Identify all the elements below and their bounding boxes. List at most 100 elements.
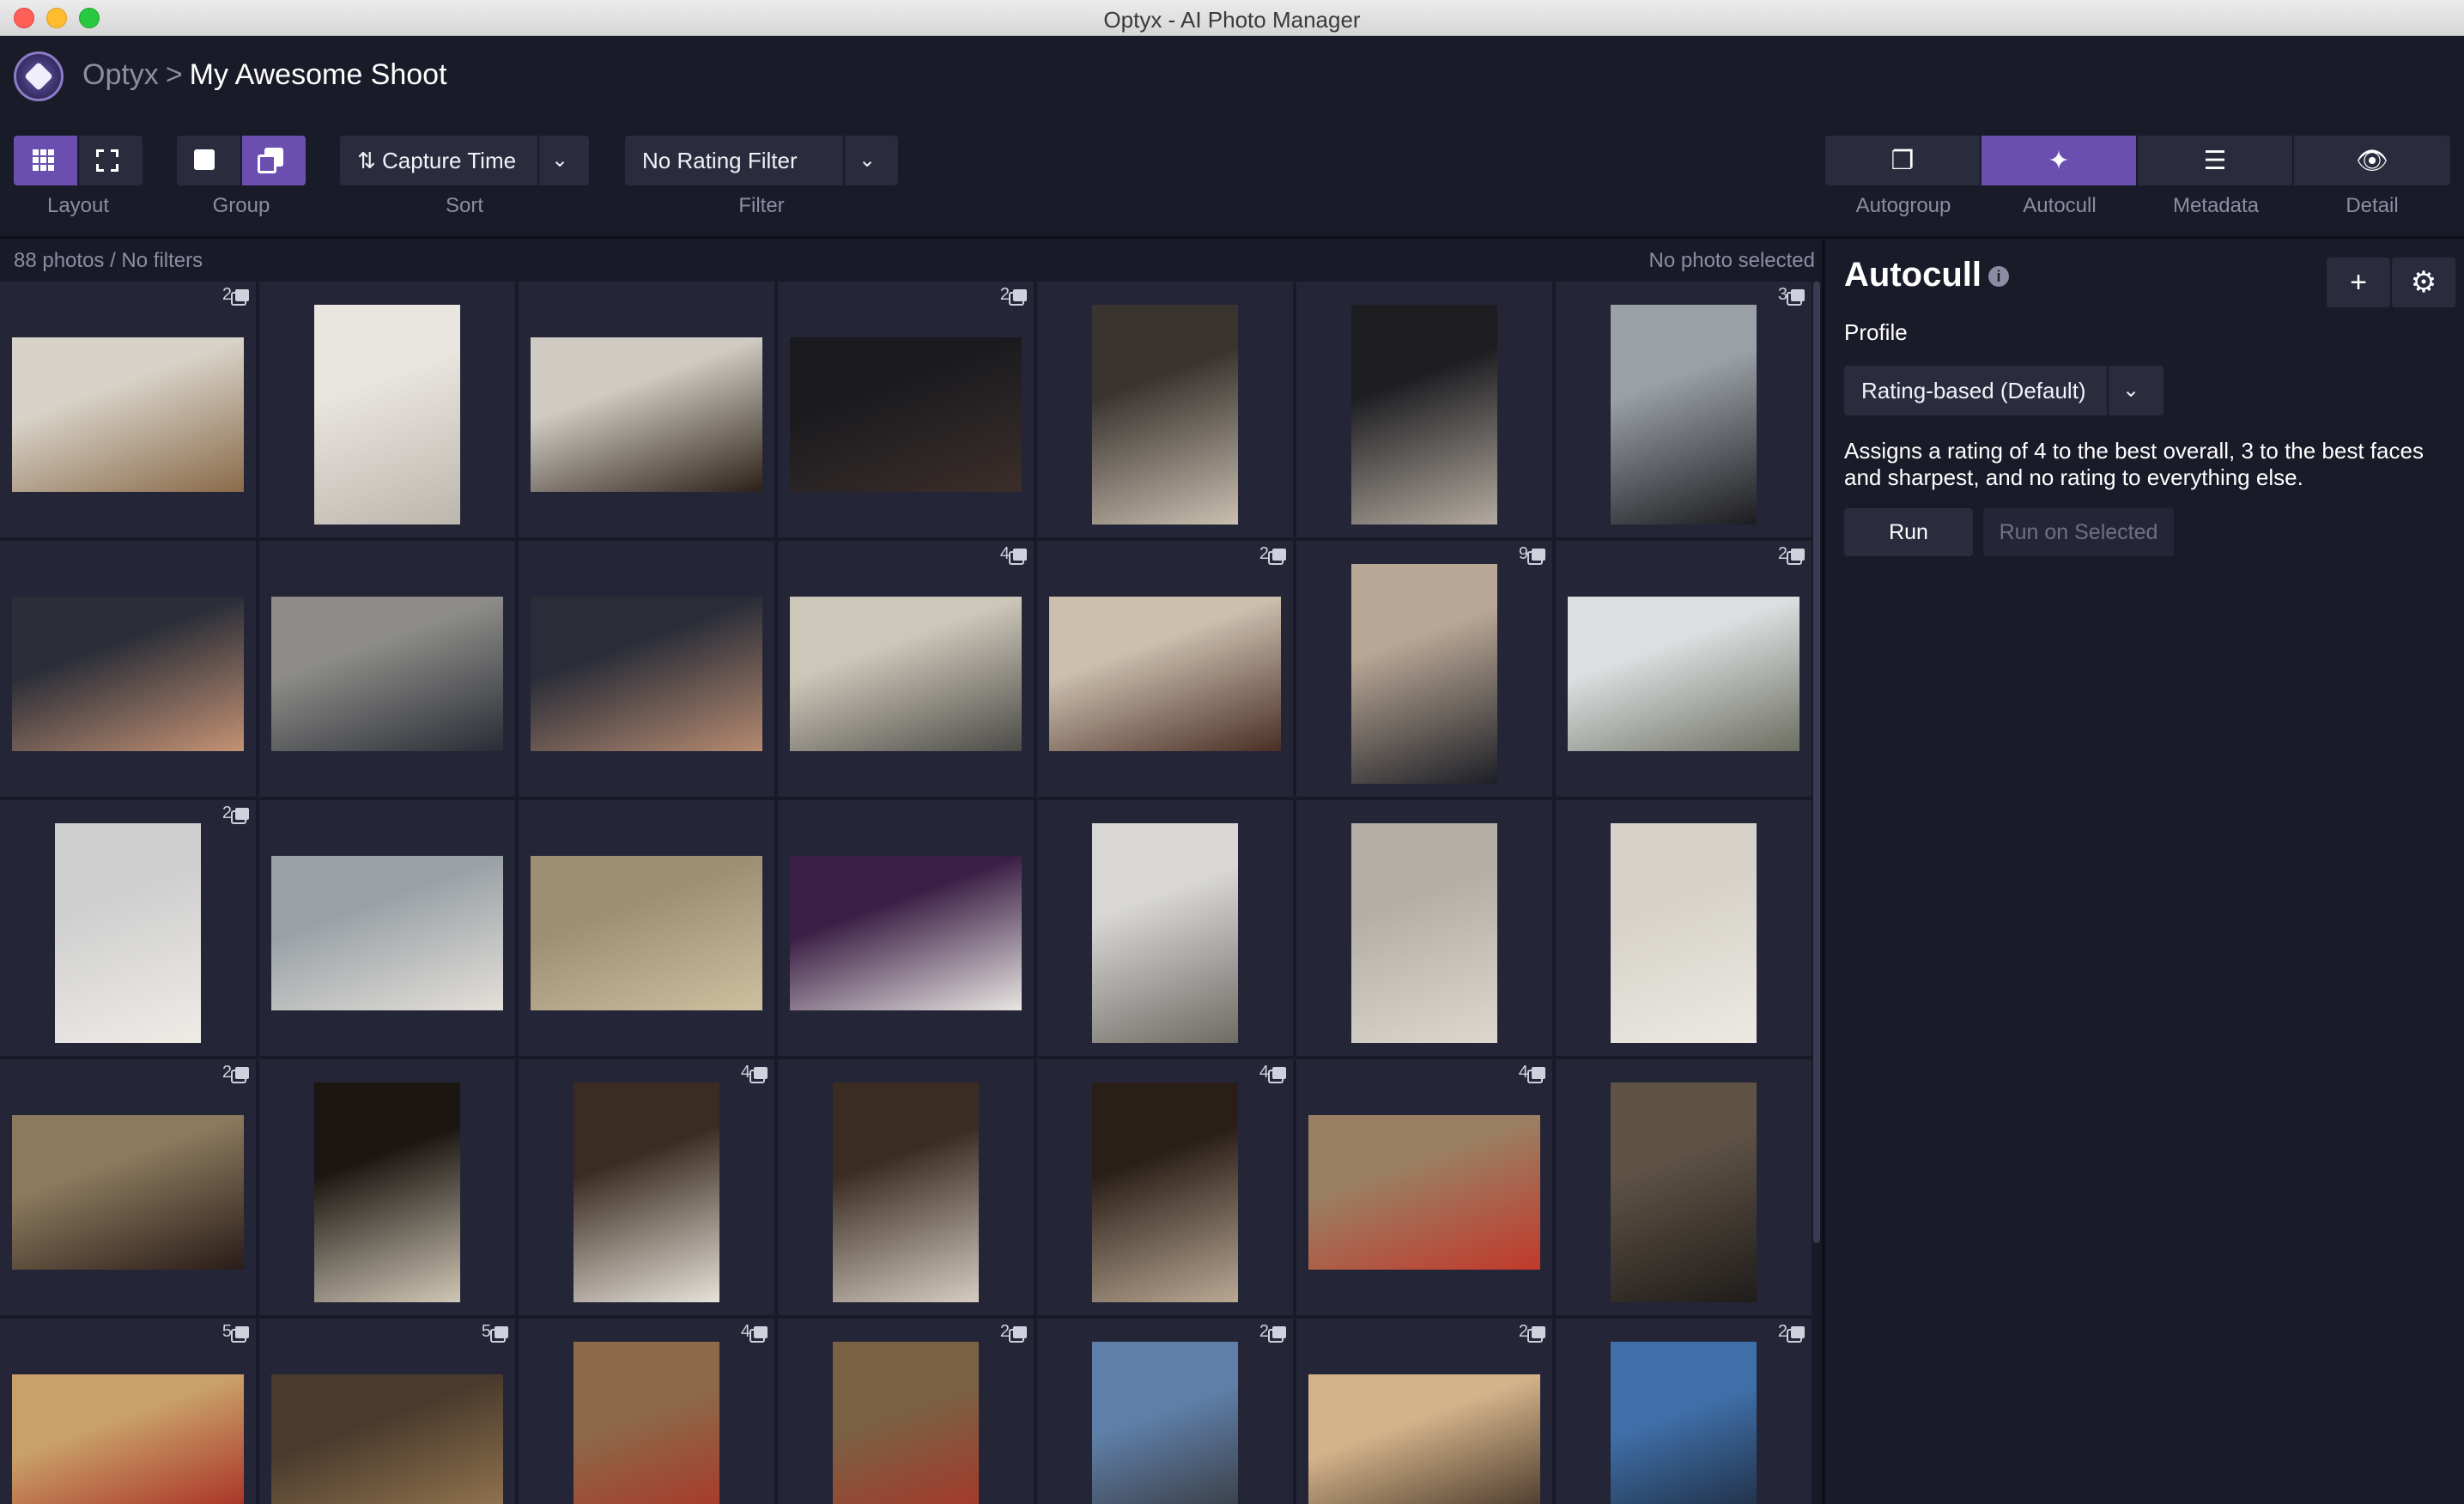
photo-thumbnail[interactable]: [271, 597, 503, 751]
photo-cell[interactable]: 2: [1556, 541, 1812, 797]
photo-thumbnail[interactable]: [314, 305, 460, 525]
photo-thumbnail[interactable]: [531, 597, 762, 751]
settings-button[interactable]: ⚙: [2392, 258, 2455, 307]
breadcrumb-app[interactable]: Optyx: [82, 58, 159, 91]
photo-cell[interactable]: [778, 800, 1034, 1056]
tool-autogroup-button[interactable]: ❐: [1825, 136, 1982, 185]
photo-cell[interactable]: [519, 800, 774, 1056]
photo-cell[interactable]: [1556, 1059, 1812, 1315]
photo-cell[interactable]: [1296, 800, 1552, 1056]
filter-select[interactable]: No Rating Filter ⌄: [625, 136, 898, 185]
photo-cell[interactable]: 4: [1037, 1059, 1293, 1315]
group-single-button[interactable]: [177, 136, 240, 185]
photo-cell[interactable]: 5: [0, 1319, 256, 1504]
photo-cell[interactable]: 9: [1296, 541, 1552, 797]
photo-grid[interactable]: 2 2 3 4 2 9 2 2 2 4 4 4 5 5 4 2 2 2 2: [0, 282, 1813, 1504]
tool-metadata-button[interactable]: ☰: [2138, 136, 2294, 185]
photo-cell[interactable]: [259, 800, 515, 1056]
profile-select[interactable]: Rating-based (Default) ⌄: [1844, 366, 2164, 415]
photo-cell[interactable]: [259, 282, 515, 537]
photo-cell[interactable]: [1037, 282, 1293, 537]
stack-icon: [235, 1066, 249, 1079]
photo-thumbnail[interactable]: [833, 1342, 979, 1504]
photo-cell[interactable]: [1556, 800, 1812, 1056]
photo-thumbnail[interactable]: [1049, 597, 1281, 751]
photo-thumbnail[interactable]: [574, 1083, 719, 1302]
photo-thumbnail[interactable]: [790, 856, 1022, 1010]
photo-thumbnail[interactable]: [1092, 1083, 1238, 1302]
group-stack-button[interactable]: [242, 136, 306, 185]
photo-thumbnail[interactable]: [1092, 305, 1238, 525]
chevron-down-icon[interactable]: ⌄: [2122, 378, 2139, 403]
photo-thumbnail[interactable]: [833, 1083, 979, 1302]
photo-thumbnail[interactable]: [271, 1374, 503, 1504]
photo-thumbnail[interactable]: [531, 856, 762, 1010]
photo-cell[interactable]: 4: [778, 541, 1034, 797]
magic-wand-icon: ✦: [2048, 147, 2070, 175]
photo-thumbnail[interactable]: [271, 856, 503, 1010]
photo-thumbnail[interactable]: [1308, 1374, 1540, 1504]
photo-thumbnail[interactable]: [1611, 305, 1757, 525]
photo-thumbnail[interactable]: [1351, 305, 1497, 525]
photo-thumbnail[interactable]: [1092, 823, 1238, 1043]
photo-thumbnail[interactable]: [1351, 564, 1497, 784]
photo-cell[interactable]: 4: [1296, 1059, 1552, 1315]
layout-label: Layout: [46, 194, 110, 217]
photo-cell[interactable]: 2: [0, 1059, 256, 1315]
tool-autocull-button[interactable]: ✦: [1982, 136, 2138, 185]
photo-cell[interactable]: [259, 1059, 515, 1315]
photo-cell[interactable]: [519, 282, 774, 537]
photo-cell[interactable]: 2: [778, 282, 1034, 537]
photo-cell[interactable]: 2: [1296, 1319, 1552, 1504]
stack-icon: [1532, 548, 1545, 561]
photo-cell[interactable]: 2: [1556, 1319, 1812, 1504]
photo-cell[interactable]: [1037, 800, 1293, 1056]
layout-grid-button[interactable]: [14, 136, 77, 185]
add-profile-button[interactable]: +: [2327, 258, 2390, 307]
photo-thumbnail[interactable]: [1611, 1342, 1757, 1504]
photo-thumbnail[interactable]: [12, 597, 244, 751]
photo-cell[interactable]: 3: [1556, 282, 1812, 537]
photo-thumbnail[interactable]: [12, 337, 244, 492]
photo-cell[interactable]: 4: [519, 1319, 774, 1504]
photo-thumbnail[interactable]: [1611, 823, 1757, 1043]
run-on-selected-button[interactable]: Run on Selected: [1983, 508, 2174, 556]
photo-thumbnail[interactable]: [12, 1374, 244, 1504]
photo-thumbnail[interactable]: [1568, 597, 1799, 751]
stack-icon: [1272, 548, 1286, 561]
photo-thumbnail[interactable]: [55, 823, 201, 1043]
photo-cell[interactable]: 2: [0, 282, 256, 537]
photo-cell[interactable]: [1296, 282, 1552, 537]
photo-thumbnail[interactable]: [531, 337, 762, 492]
photo-cell[interactable]: 2: [0, 800, 256, 1056]
photo-cell[interactable]: 2: [778, 1319, 1034, 1504]
photo-cell[interactable]: [0, 541, 256, 797]
layout-fullscreen-button[interactable]: [79, 136, 143, 185]
stack-count-badge: 4: [1000, 544, 1027, 564]
photo-thumbnail[interactable]: [12, 1115, 244, 1270]
photo-thumbnail[interactable]: [574, 1342, 719, 1504]
grid-scrollbar[interactable]: [1813, 282, 1820, 1243]
photo-thumbnail[interactable]: [1611, 1083, 1757, 1302]
photo-thumbnail[interactable]: [314, 1083, 460, 1302]
photo-cell[interactable]: [519, 541, 774, 797]
photo-cell[interactable]: 2: [1037, 541, 1293, 797]
tool-detail-button[interactable]: 👁: [2294, 136, 2450, 185]
chevron-down-icon[interactable]: ⌄: [551, 148, 568, 173]
app-logo-icon[interactable]: [14, 52, 64, 101]
photo-cell[interactable]: 5: [259, 1319, 515, 1504]
photo-thumbnail[interactable]: [790, 597, 1022, 751]
photo-cell[interactable]: [259, 541, 515, 797]
info-icon[interactable]: i: [1988, 266, 2009, 287]
photo-thumbnail[interactable]: [1092, 1342, 1238, 1504]
photo-cell[interactable]: 2: [1037, 1319, 1293, 1504]
app-header: Optyx > My Awesome Shoot Layout Group ⇅ Ca…: [0, 36, 2464, 239]
sort-select[interactable]: ⇅ Capture Time ⌄: [340, 136, 589, 185]
photo-thumbnail[interactable]: [1351, 823, 1497, 1043]
photo-thumbnail[interactable]: [1308, 1115, 1540, 1270]
run-button[interactable]: Run: [1844, 508, 1973, 556]
chevron-down-icon[interactable]: ⌄: [859, 148, 876, 173]
photo-thumbnail[interactable]: [790, 337, 1022, 492]
photo-cell[interactable]: 4: [519, 1059, 774, 1315]
photo-cell[interactable]: [778, 1059, 1034, 1315]
